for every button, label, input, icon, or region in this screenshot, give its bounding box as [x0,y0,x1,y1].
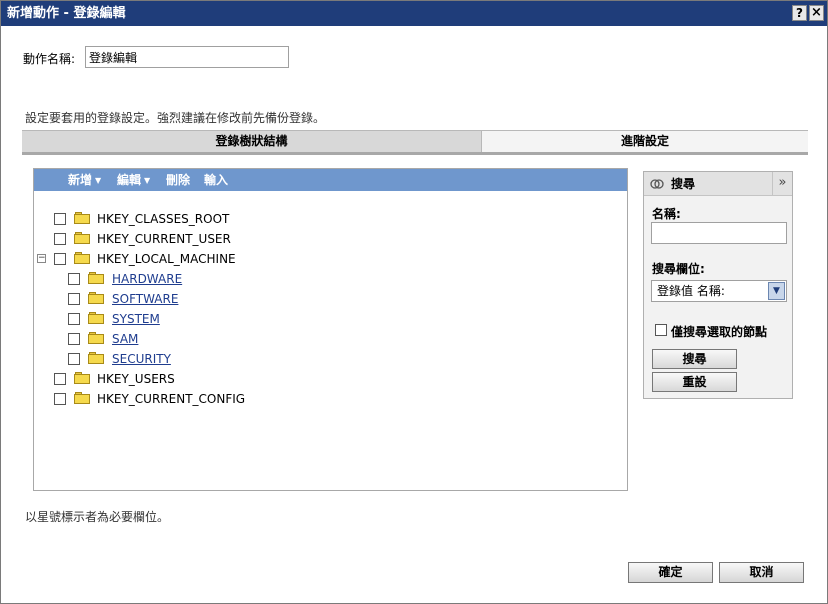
folder-icon [74,252,90,264]
action-name-label: 動作名稱: [23,52,76,66]
tree-node: − HKEY_LOCAL_MACHINE [34,249,334,269]
collapse-icon[interactable]: − [37,254,46,263]
search-button[interactable]: 搜尋 [652,349,737,369]
help-button[interactable]: ? [792,5,807,21]
search-name-label: 名稱: [652,207,681,221]
search-panel-title: 搜尋 [671,177,696,191]
tree-node: SECURITY [34,349,334,369]
search-name-input[interactable] [651,222,787,244]
node-checkbox[interactable] [54,213,66,225]
node-checkbox[interactable] [68,293,80,305]
search-field-label: 搜尋欄位: [652,262,705,276]
description-text: 設定要套用的登錄設定。強烈建議在修改前先備份登錄。 [25,111,326,125]
folder-icon [74,212,90,224]
node-label[interactable]: HKEY_CURRENT_USER [97,229,231,249]
node-checkbox[interactable] [68,333,80,345]
edit-menu-button[interactable]: 編輯 ▼ [117,169,150,191]
node-checkbox[interactable] [54,373,66,385]
node-checkbox[interactable] [54,393,66,405]
folder-icon [88,312,104,324]
cancel-button[interactable]: 取消 [719,562,804,583]
delete-button[interactable]: 刪除 [166,169,190,191]
folder-icon [88,352,104,364]
node-label[interactable]: HKEY_LOCAL_MACHINE [97,249,236,269]
node-checkbox[interactable] [68,313,80,325]
node-label[interactable]: HKEY_USERS [97,369,175,389]
tree-node: SOFTWARE [34,289,334,309]
action-name-input[interactable] [85,46,289,68]
folder-icon [74,372,90,384]
folder-icon [88,272,104,284]
reset-button[interactable]: 重設 [652,372,737,392]
tree-node: HKEY_CURRENT_CONFIG [34,389,334,409]
node-link[interactable]: SOFTWARE [112,289,178,309]
chevron-down-icon: ▼ [144,176,151,185]
tab-strip: 登錄樹狀結構 進階設定 [22,130,808,155]
close-button[interactable]: × [809,5,824,21]
chevron-down-icon[interactable]: ▼ [768,282,785,300]
registry-tree-panel: 新增 ▼ 編輯 ▼ 刪除 輸入 HKEY_CLASSES_ROOT HKEY_CUR… [33,168,628,491]
search-icon [650,179,664,189]
search-panel: 搜尋 » 名稱: 搜尋欄位: 登錄值 名稱: ▼ 僅搜尋選取的節點 搜尋 重設 [643,171,793,399]
import-button[interactable]: 輸入 [204,169,228,191]
folder-icon [74,392,90,404]
window-title: 新增動作 - 登錄編輯 [7,6,126,21]
dialog-window: 新增動作 - 登錄編輯 ? × 動作名稱: 設定要套用的登錄設定。強烈建議在修改… [0,0,828,604]
edit-menu-label: 編輯 [117,173,142,187]
add-menu-label: 新增 [68,173,93,187]
tab-underline [22,152,808,155]
required-fields-note: 以星號標示者為必要欄位。 [25,510,170,524]
only-selected-label: 僅搜尋選取的節點 [671,325,768,339]
chevron-down-icon: ▼ [95,176,102,185]
collapse-panel-icon[interactable]: » [772,172,792,195]
node-checkbox[interactable] [68,353,80,365]
tab-advanced-settings[interactable]: 進階設定 [482,131,808,152]
folder-icon [88,332,104,344]
node-label[interactable]: HKEY_CLASSES_ROOT [97,209,229,229]
tree-node: SYSTEM [34,309,334,329]
node-checkbox[interactable] [54,253,66,265]
node-link[interactable]: HARDWARE [112,269,182,289]
search-field-select[interactable]: 登錄值 名稱: ▼ [651,280,787,302]
tree-node: SAM [34,329,334,349]
tree-node: HARDWARE [34,269,334,289]
tree-node: HKEY_USERS [34,369,334,389]
search-panel-header: 搜尋 » [644,172,792,196]
search-field-value: 登錄值 名稱: [657,284,725,298]
node-link[interactable]: SYSTEM [112,309,160,329]
folder-icon [88,292,104,304]
only-selected-checkbox[interactable] [655,324,667,336]
tree-toolbar: 新增 ▼ 編輯 ▼ 刪除 輸入 [34,169,627,191]
node-checkbox[interactable] [68,273,80,285]
add-menu-button[interactable]: 新增 ▼ [68,169,101,191]
title-bar: 新增動作 - 登錄編輯 ? × [1,1,827,26]
node-checkbox[interactable] [54,233,66,245]
node-link[interactable]: SECURITY [112,349,171,369]
ok-button[interactable]: 確定 [628,562,713,583]
node-label[interactable]: HKEY_CURRENT_CONFIG [97,389,245,409]
folder-icon [74,232,90,244]
tree-node: HKEY_CURRENT_USER [34,229,334,249]
tab-registry-tree[interactable]: 登錄樹狀結構 [22,131,482,152]
tree-node: HKEY_CLASSES_ROOT [34,209,334,229]
node-link[interactable]: SAM [112,329,138,349]
